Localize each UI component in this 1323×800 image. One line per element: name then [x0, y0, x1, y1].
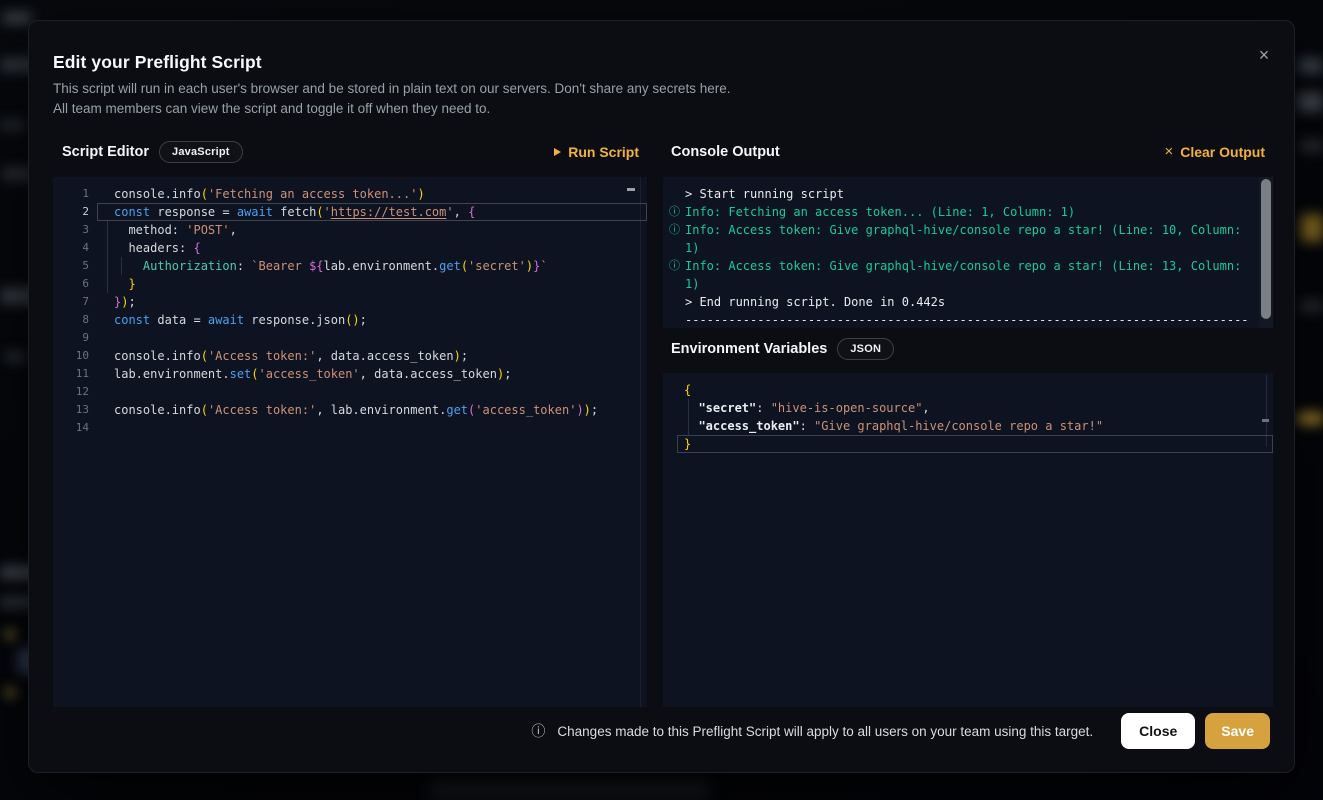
console-line-indent: [669, 239, 685, 257]
backdrop-blob: [6, 630, 15, 639]
backdrop-blob: [6, 688, 15, 697]
save-button[interactable]: Save: [1205, 713, 1270, 749]
json-badge: JSON: [837, 338, 894, 360]
info-circle-icon: ⓘ: [669, 203, 685, 221]
script-editor-title: Script Editor: [62, 144, 149, 160]
console-scrollbar-thumb[interactable]: [1261, 179, 1271, 319]
clear-icon: ×: [1164, 145, 1173, 159]
code-line: const data = await response.json();: [97, 311, 647, 329]
environment-variables-header: Environment Variables JSON: [663, 336, 1273, 362]
close-icon[interactable]: ×: [1252, 43, 1276, 67]
code-line: }: [97, 275, 647, 293]
code-line: [97, 419, 647, 437]
console-lines: > Start running scriptⓘInfo: Fetching an…: [663, 177, 1273, 328]
backdrop-blob: [1297, 412, 1323, 425]
code-line: console.info('Fetching an access token..…: [97, 185, 647, 203]
console-line: ----------------------------------------…: [669, 311, 1259, 328]
indent-guide: [107, 221, 108, 293]
console-line: 1): [669, 275, 1259, 293]
run-script-button[interactable]: Run Script: [554, 144, 639, 160]
environment-variables-editor[interactable]: { "secret": "hive-is-open-source", "acce…: [663, 373, 1273, 707]
modal-footer: ⓘ Changes made to this Preflight Script …: [531, 711, 1270, 751]
backdrop-blob: [430, 778, 710, 800]
script-editor-header: Script Editor JavaScript Run Script: [53, 139, 647, 165]
env-code-line: "access_token": "Give graphql-hive/conso…: [677, 417, 1273, 435]
console-line: > Start running script: [669, 185, 1259, 203]
console-line: ⓘInfo: Access token: Give graphql-hive/c…: [669, 221, 1259, 239]
indent-guide: [688, 399, 689, 435]
modal-description-line2: All team members can view the script and…: [53, 99, 1270, 119]
info-circle-icon: ⓘ: [669, 257, 685, 275]
code-line: console.info('Access token:', data.acces…: [97, 347, 647, 365]
backdrop-blob: [2, 12, 32, 24]
clear-output-button[interactable]: × Clear Output: [1164, 144, 1265, 160]
editor-overview-ruler: [640, 177, 641, 707]
console-line-indent: [669, 185, 685, 203]
modal-description-line1: This script will run in each user's brow…: [53, 79, 1270, 99]
console-line-indent: [669, 311, 685, 328]
close-button[interactable]: Close: [1121, 713, 1195, 749]
code-line: });: [97, 293, 647, 311]
console-header: Console Output × Clear Output: [663, 139, 1273, 165]
page-title: Edit your Preflight Script: [53, 49, 1270, 75]
backdrop-blob: [1300, 214, 1323, 242]
modal-header: Edit your Preflight Script This script w…: [29, 21, 1294, 119]
console-line: ⓘInfo: Access token: Give graphql-hive/c…: [669, 257, 1259, 275]
code-line: [97, 329, 647, 347]
env-code-line: {: [677, 381, 1273, 399]
run-script-label: Run Script: [568, 144, 639, 160]
console-line: ⓘInfo: Fetching an access token... (Line…: [669, 203, 1259, 221]
code-line: [97, 383, 647, 401]
clear-output-label: Clear Output: [1180, 144, 1265, 160]
indent-guide: [121, 257, 122, 275]
env-code: { "secret": "hive-is-open-source", "acce…: [663, 381, 1273, 453]
console-line: 1): [669, 239, 1259, 257]
console-output[interactable]: > Start running scriptⓘInfo: Fetching an…: [663, 177, 1273, 328]
environment-variables-title: Environment Variables: [671, 341, 827, 357]
backdrop-blob: [1299, 140, 1323, 152]
code-line: Authorization: `Bearer ${lab.environment…: [97, 257, 647, 275]
script-editor[interactable]: 1234567891011121314 console.info('Fetchi…: [53, 177, 647, 707]
console-line: > End running script. Done in 0.442s: [669, 293, 1259, 311]
console-line-indent: [669, 275, 685, 293]
code-line: const response = await fetch('https://te…: [97, 203, 647, 221]
play-icon: [554, 148, 561, 156]
env-cursor-mark: [1262, 419, 1269, 422]
info-circle-icon: ⓘ: [669, 221, 685, 239]
env-code-line: "secret": "hive-is-open-source",: [677, 399, 1273, 417]
info-icon: ⓘ: [531, 721, 545, 741]
code-line: headers: {: [97, 239, 647, 257]
preflight-script-modal: × Edit your Preflight Script This script…: [28, 20, 1295, 773]
editor-cursor-mark: [627, 188, 635, 191]
backdrop-blob: [1298, 58, 1323, 74]
code-line: console.info('Access token:', lab.enviro…: [97, 401, 647, 419]
backdrop-blob: [4, 352, 26, 362]
backdrop-blob: [0, 120, 26, 130]
editor-gutter: 1234567891011121314: [53, 177, 97, 707]
console-scrollbar[interactable]: [1259, 177, 1273, 328]
footer-note: Changes made to this Preflight Script wi…: [557, 724, 1093, 739]
console-output-title: Console Output: [671, 144, 780, 160]
code-line: lab.environment.set('access_token', data…: [97, 365, 647, 383]
editor-code: console.info('Fetching an access token..…: [97, 177, 647, 707]
javascript-badge: JavaScript: [159, 141, 243, 163]
console-line-indent: [669, 293, 685, 311]
env-code-line: }: [677, 435, 1273, 453]
code-line: method: 'POST',: [97, 221, 647, 239]
backdrop-blob: [1297, 92, 1323, 112]
backdrop-blob: [1299, 300, 1323, 312]
env-overview-ruler: [1266, 375, 1267, 447]
